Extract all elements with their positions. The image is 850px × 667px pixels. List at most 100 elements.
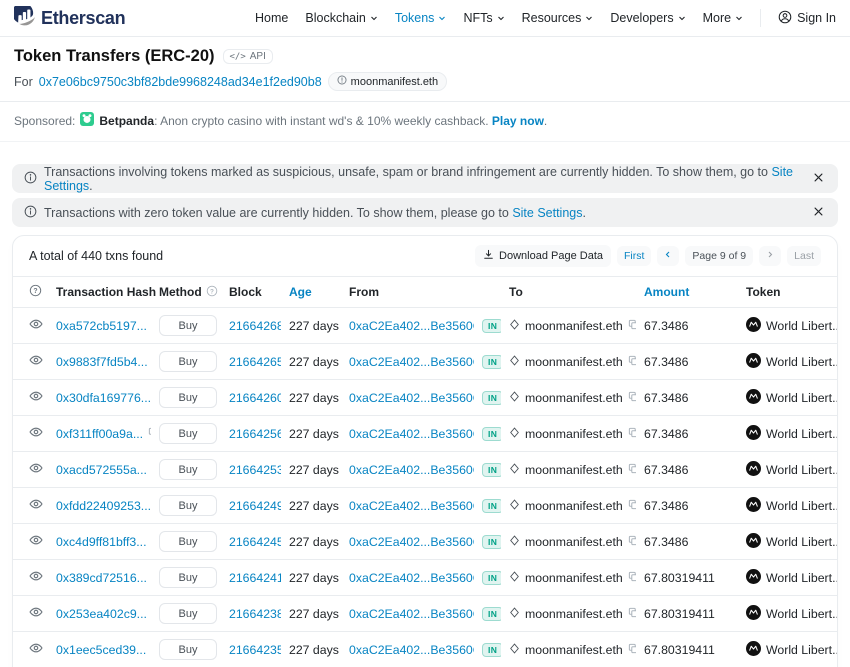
tx-hash-link[interactable]: 0x253ea402c9... xyxy=(56,607,147,621)
nav-item-resources[interactable]: Resources xyxy=(522,11,594,25)
block-link[interactable]: 21664235 xyxy=(229,643,281,657)
preview-eye-button[interactable] xyxy=(29,497,43,514)
block-link[interactable]: 21664256 xyxy=(229,427,281,441)
block-link[interactable]: 21664238 xyxy=(229,607,281,621)
method-info-icon[interactable]: ? xyxy=(206,285,218,300)
to-address-link[interactable]: moonmanifest.eth xyxy=(525,643,623,657)
site-settings-link[interactable]: Site Settings xyxy=(512,206,582,220)
pagination-first-button[interactable]: First xyxy=(617,246,651,266)
token-link[interactable]: World Libert... xyxy=(766,355,837,369)
nav-item-home[interactable]: Home xyxy=(255,11,288,25)
block-link[interactable]: 21664268 xyxy=(229,319,281,333)
col-amount-sort[interactable]: Amount xyxy=(644,285,689,299)
token-link[interactable]: World Libert... xyxy=(766,535,837,549)
block-link[interactable]: 21664241 xyxy=(229,571,281,585)
to-address-link[interactable]: moonmanifest.eth xyxy=(525,391,623,405)
etherscan-logo[interactable]: Etherscan xyxy=(14,6,125,30)
block-link[interactable]: 21664245 xyxy=(229,535,281,549)
nav-item-developers[interactable]: Developers xyxy=(610,11,685,25)
preview-eye-button[interactable] xyxy=(29,533,43,550)
method-button[interactable]: Buy xyxy=(159,423,217,444)
dismiss-banner-button[interactable] xyxy=(811,169,826,188)
to-address-link[interactable]: moonmanifest.eth xyxy=(525,463,623,477)
copy-button[interactable] xyxy=(628,390,636,405)
token-link[interactable]: World Libert... xyxy=(766,499,837,513)
method-button[interactable]: Buy xyxy=(159,639,217,660)
method-button[interactable]: Buy xyxy=(159,495,217,516)
from-address-link[interactable]: 0xaC2Ea402...Be3560C22 xyxy=(349,607,474,621)
col-age-toggle[interactable]: Age xyxy=(289,285,312,299)
tx-hash-link[interactable]: 0xc4d9ff81bff3... xyxy=(56,535,146,549)
copy-button[interactable] xyxy=(628,606,636,621)
from-address-link[interactable]: 0xaC2Ea402...Be3560C22 xyxy=(349,643,474,657)
block-link[interactable]: 21664265 xyxy=(229,355,281,369)
play-now-link[interactable]: Play now xyxy=(492,114,544,128)
copy-button[interactable] xyxy=(148,426,151,441)
to-address-link[interactable]: moonmanifest.eth xyxy=(525,535,623,549)
method-button[interactable]: Buy xyxy=(159,387,217,408)
copy-button[interactable] xyxy=(628,354,636,369)
nav-item-tokens[interactable]: Tokens xyxy=(395,11,447,25)
token-link[interactable]: World Libert... xyxy=(766,319,837,333)
token-link[interactable]: World Libert... xyxy=(766,643,837,657)
api-badge[interactable]: </> API xyxy=(223,49,273,64)
token-link[interactable]: World Libert... xyxy=(766,391,837,405)
from-address-link[interactable]: 0xaC2Ea402...Be3560C22 xyxy=(349,319,474,333)
to-address-link[interactable]: moonmanifest.eth xyxy=(525,499,623,513)
token-link[interactable]: World Libert... xyxy=(766,607,837,621)
copy-button[interactable] xyxy=(628,318,636,333)
from-address-link[interactable]: 0xaC2Ea402...Be3560C22 xyxy=(349,535,474,549)
nav-item-nfts[interactable]: NFTs xyxy=(463,11,504,25)
from-address-link[interactable]: 0xaC2Ea402...Be3560C22 xyxy=(349,571,474,585)
preview-eye-button[interactable] xyxy=(29,317,43,334)
token-link[interactable]: World Libert... xyxy=(766,571,837,585)
copy-button[interactable] xyxy=(628,642,636,657)
tx-hash-link[interactable]: 0xf311ff00a9a... xyxy=(56,427,143,441)
block-link[interactable]: 21664249 xyxy=(229,499,281,513)
copy-button[interactable] xyxy=(628,426,636,441)
help-icon[interactable]: ? xyxy=(29,286,42,300)
to-address-link[interactable]: moonmanifest.eth xyxy=(525,427,623,441)
sign-in-button[interactable]: Sign In xyxy=(778,10,836,27)
preview-eye-button[interactable] xyxy=(29,605,43,622)
address-link[interactable]: 0x7e06bc9750c3bf82bde9968248ad34e1f2ed90… xyxy=(39,75,322,89)
from-address-link[interactable]: 0xaC2Ea402...Be3560C22 xyxy=(349,427,474,441)
to-address-link[interactable]: moonmanifest.eth xyxy=(525,571,623,585)
to-address-link[interactable]: moonmanifest.eth xyxy=(525,355,623,369)
tx-hash-link[interactable]: 0x1eec5ced39... xyxy=(56,643,146,657)
from-address-link[interactable]: 0xaC2Ea402...Be3560C22 xyxy=(349,463,474,477)
method-button[interactable]: Buy xyxy=(159,531,217,552)
preview-eye-button[interactable] xyxy=(29,569,43,586)
tx-hash-link[interactable]: 0xa572cb5197... xyxy=(56,319,147,333)
download-page-data-button[interactable]: Download Page Data xyxy=(475,245,611,267)
preview-eye-button[interactable] xyxy=(29,389,43,406)
method-button[interactable]: Buy xyxy=(159,459,217,480)
pagination-prev-button[interactable] xyxy=(657,246,679,266)
preview-eye-button[interactable] xyxy=(29,425,43,442)
block-link[interactable]: 21664253 xyxy=(229,463,281,477)
pagination-next-button[interactable] xyxy=(759,246,781,266)
advertiser-name[interactable]: Betpanda xyxy=(99,114,154,128)
tx-hash-link[interactable]: 0xacd572555a... xyxy=(56,463,147,477)
preview-eye-button[interactable] xyxy=(29,353,43,370)
method-button[interactable]: Buy xyxy=(159,567,217,588)
copy-button[interactable] xyxy=(628,534,636,549)
method-button[interactable]: Buy xyxy=(159,315,217,336)
tx-hash-link[interactable]: 0x30dfa169776... xyxy=(56,391,151,405)
ens-name-badge[interactable]: moonmanifest.eth xyxy=(328,72,447,91)
from-address-link[interactable]: 0xaC2Ea402...Be3560C22 xyxy=(349,391,474,405)
method-button[interactable]: Buy xyxy=(159,603,217,624)
from-address-link[interactable]: 0xaC2Ea402...Be3560C22 xyxy=(349,499,474,513)
copy-button[interactable] xyxy=(628,570,636,585)
block-link[interactable]: 21664260 xyxy=(229,391,281,405)
nav-item-more[interactable]: More xyxy=(703,11,743,25)
to-address-link[interactable]: moonmanifest.eth xyxy=(525,319,623,333)
tx-hash-link[interactable]: 0x389cd72516... xyxy=(56,571,147,585)
copy-button[interactable] xyxy=(628,498,636,513)
token-link[interactable]: World Libert... xyxy=(766,427,837,441)
token-link[interactable]: World Libert... xyxy=(766,463,837,477)
preview-eye-button[interactable] xyxy=(29,461,43,478)
dismiss-banner-button[interactable] xyxy=(811,203,826,222)
copy-button[interactable] xyxy=(628,462,636,477)
from-address-link[interactable]: 0xaC2Ea402...Be3560C22 xyxy=(349,355,474,369)
